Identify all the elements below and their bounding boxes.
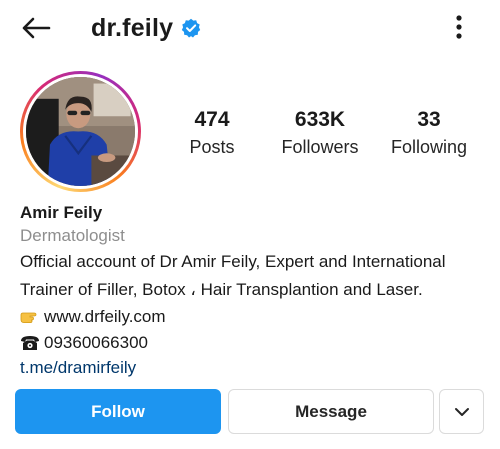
bio-text-line-1: Official account of Dr Amir Feily, Exper… — [20, 252, 446, 271]
bio-text-line-2: Trainer of Filler, Botox ، Hair Transpla… — [20, 280, 423, 299]
bio-phone-text: 09360066300 — [44, 333, 149, 352]
more-options-icon[interactable] — [448, 12, 470, 42]
followers-count[interactable]: 633K Followers — [270, 108, 370, 158]
following-count-label: Following — [390, 137, 468, 157]
following-count-value: 33 — [417, 108, 441, 131]
profile-username-container: dr.feily — [91, 12, 201, 44]
profile-bio: Amir Feily Dermatologist Official accoun… — [20, 202, 490, 380]
following-count[interactable]: 33 Following — [383, 108, 475, 158]
chevron-down-icon — [454, 407, 469, 416]
posts-count-value: 474 — [194, 108, 230, 131]
profile-full-name: Amir Feily — [20, 203, 103, 222]
profile-avatar-story-ring[interactable] — [20, 71, 141, 192]
posts-count-label: Posts — [189, 137, 235, 157]
bio-link[interactable]: t.me/dramirfeily — [20, 356, 490, 380]
message-button[interactable]: Message — [228, 389, 434, 434]
profile-avatar — [26, 77, 135, 186]
top-bar: dr.feily — [0, 0, 500, 56]
back-arrow-icon[interactable] — [18, 12, 54, 44]
profile-category: Dermatologist — [20, 226, 125, 245]
telephone-icon — [20, 335, 44, 351]
profile-username: dr.feily — [91, 13, 174, 42]
bio-phone-row: 09360066300 — [20, 330, 490, 356]
posts-count[interactable]: 474 Posts — [172, 108, 252, 158]
pointing-hand-icon — [20, 310, 44, 324]
suggested-accounts-button[interactable] — [439, 389, 484, 434]
followers-count-value: 633K — [294, 108, 346, 131]
followers-count-label: Followers — [281, 137, 359, 157]
bio-website-text: www.drfeily.com — [44, 307, 166, 326]
verified-badge-icon — [181, 18, 201, 38]
follow-button[interactable]: Follow — [15, 389, 221, 434]
bio-website-row: www.drfeily.com — [20, 304, 490, 330]
